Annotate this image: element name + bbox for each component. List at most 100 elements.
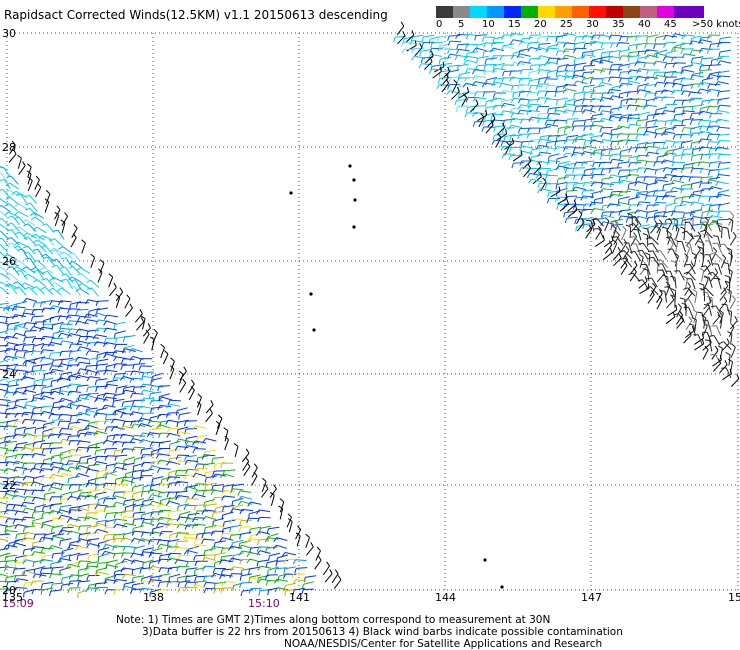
wind-barb [186, 435, 198, 439]
wind-barb [683, 148, 695, 151]
wind-barb-feather [203, 550, 206, 556]
wind-barb-feather [112, 466, 117, 472]
wind-barb-feather [113, 523, 117, 529]
wind-barb-feather [237, 500, 242, 506]
wind-barb-feather [635, 44, 638, 50]
wind-barb [233, 552, 245, 557]
wind-barb-feather [575, 226, 578, 232]
wind-barb [195, 544, 207, 547]
wind-barb-feather [697, 196, 701, 202]
wind-barb-feather [213, 583, 216, 589]
wind-barb [459, 71, 471, 75]
wind-barb [241, 573, 252, 577]
wind-barb [705, 287, 714, 297]
wind-barb-feather [157, 582, 161, 588]
wind-barb-feather [78, 336, 81, 342]
wind-barb [114, 321, 126, 325]
wind-barb [258, 559, 270, 563]
wind-barb-feather [210, 530, 214, 536]
wind-barb [37, 239, 47, 247]
wind-barb [439, 76, 451, 79]
wind-barb [557, 176, 569, 180]
wind-barb [621, 179, 633, 183]
wind-barb-feather [193, 570, 196, 576]
wind-barb [612, 158, 624, 162]
wind-barb-feather [475, 99, 479, 105]
wind-barb-feather [420, 57, 424, 63]
wind-barb [689, 242, 694, 254]
wind-barb [665, 316, 676, 325]
wind-barb [296, 567, 308, 569]
wind-barb-feather [717, 169, 720, 175]
wind-barb [132, 411, 144, 415]
wind-barb [222, 532, 234, 535]
wind-barb [629, 123, 642, 126]
wind-barb-feather [664, 121, 667, 127]
wind-barb [582, 174, 594, 177]
wind-barb [458, 48, 470, 52]
wind-barb-feather [718, 205, 720, 211]
wind-barb-feather [598, 162, 602, 168]
wind-barb [185, 420, 197, 422]
wind-barb [187, 498, 199, 500]
wind-barb-feather [49, 448, 53, 454]
wind-barb-feather [481, 36, 485, 42]
wind-barb-feather [716, 174, 720, 180]
wind-barb-feather [518, 91, 521, 98]
wind-barb-feather [701, 338, 705, 345]
wind-barb [449, 35, 461, 37]
wind-barb [504, 153, 516, 155]
wind-barb [712, 315, 721, 325]
wind-barb [716, 325, 722, 337]
wind-barb [89, 489, 101, 492]
wind-barb [241, 581, 253, 584]
wind-barb-feather [191, 493, 196, 499]
wind-map[interactable]: 30282624222013513814114414715015:0915:10 [0, 0, 740, 650]
wind-barb [16, 442, 28, 445]
wind-barb-feather [707, 84, 710, 90]
wind-barb-feather [303, 577, 306, 583]
wind-barb-feather [113, 356, 117, 362]
wind-barb [186, 474, 198, 478]
wind-barb-feather [707, 170, 711, 176]
wind-barb-feather [316, 546, 321, 552]
wind-barb-feather [645, 205, 649, 211]
wind-barb [86, 407, 98, 410]
wind-barb-feather [31, 496, 36, 502]
wind-barb [6, 530, 18, 533]
wind-barb-feather [69, 415, 72, 421]
wind-barb [204, 554, 216, 556]
wind-barb [701, 176, 713, 179]
wind-barb-feather [528, 178, 532, 184]
wind-barb-feather [711, 305, 717, 308]
wind-barb-feather [538, 128, 541, 134]
wind-barb-feather [32, 573, 37, 579]
wind-barb-feather [609, 159, 613, 164]
wind-barb [187, 517, 199, 521]
wind-barb-feather [248, 528, 251, 535]
wind-barb-feather [42, 270, 48, 274]
wind-barb-feather [689, 119, 693, 125]
wind-barb-feather [626, 92, 629, 98]
wind-barb-feather [222, 521, 225, 527]
wind-barb-feather [95, 309, 98, 315]
wind-barb [523, 167, 531, 178]
wind-barb-feather [221, 581, 225, 587]
wind-barb-feather [642, 227, 648, 230]
wind-barb [152, 372, 163, 377]
wind-barb-feather [239, 534, 242, 540]
wind-barb-feather [69, 564, 71, 570]
wind-barb-feather [574, 106, 577, 112]
wind-barb-feather [580, 106, 584, 112]
wind-barb-feather [706, 89, 710, 94]
wind-barb [186, 486, 198, 491]
wind-barb-feather [646, 277, 652, 280]
wind-barb [557, 197, 568, 205]
wind-barb [77, 356, 89, 360]
wind-barb [96, 461, 108, 465]
wind-barb-feather [66, 365, 69, 371]
wind-barb-feather [645, 212, 648, 218]
wind-barb-feather [535, 106, 539, 112]
wind-barb [638, 111, 650, 116]
wind-barb [713, 335, 721, 346]
